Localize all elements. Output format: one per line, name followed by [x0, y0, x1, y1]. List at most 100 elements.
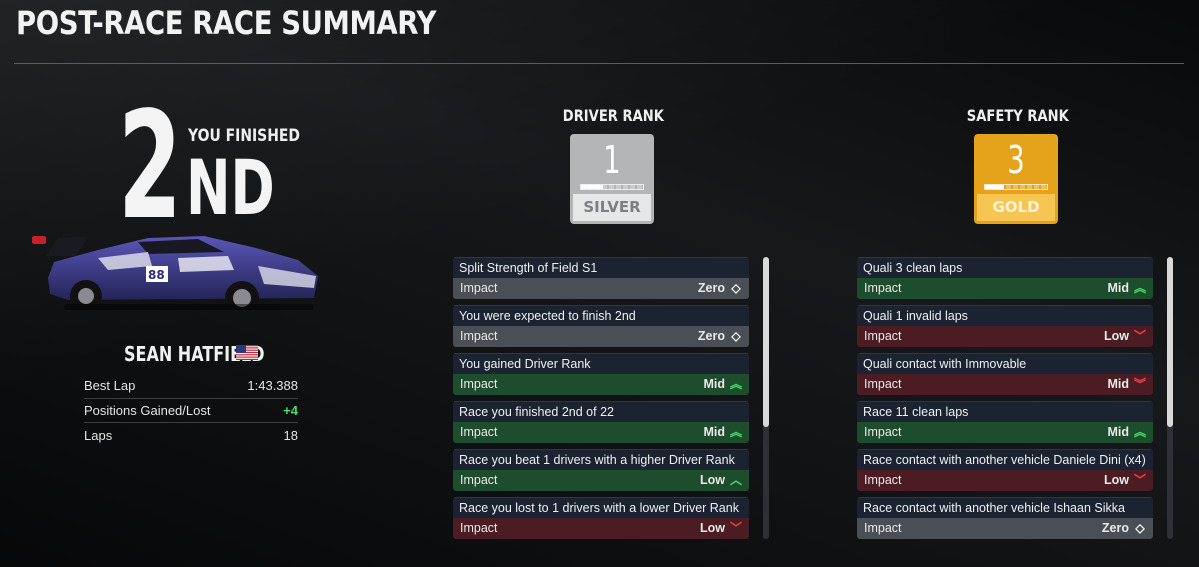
factor-impact-row: Impact Low ﹀ — [857, 470, 1153, 491]
factor-title: Race contact with another vehicle Ishaan… — [857, 497, 1153, 518]
safety-rank-value: 3 — [1007, 138, 1025, 182]
factor-impact-row: Impact Zero ◇ — [453, 278, 749, 299]
factor-impact-row: Impact Mid ︽ — [857, 278, 1153, 299]
driver-rank-tier: SILVER — [573, 194, 651, 221]
impact-label: Impact — [864, 521, 902, 535]
impact-label: Impact — [864, 281, 902, 295]
car-image: 88 — [32, 236, 318, 315]
impact-level: Mid — [703, 425, 725, 439]
double-chevron-up-icon: ︽ — [730, 377, 743, 391]
impact-level: Mid — [703, 377, 725, 391]
impact-label: Impact — [460, 473, 498, 487]
factor-impact-row: Impact Zero ◇ — [453, 326, 749, 347]
impact-level: Zero — [1101, 521, 1129, 535]
impact-level: Mid — [1107, 281, 1129, 295]
factor-title: Race you beat 1 drivers with a higher Dr… — [453, 449, 749, 470]
factor-item: Race you beat 1 drivers with a higher Dr… — [453, 449, 749, 491]
chevron-up-icon: ︿ — [730, 473, 743, 487]
factor-title: Race you finished 2nd of 22 — [453, 401, 749, 422]
chevron-down-icon: ﹀ — [1134, 473, 1147, 487]
safety-factors-scrollbar[interactable] — [1167, 257, 1173, 539]
diamond-icon: ◇ — [731, 329, 741, 343]
factor-item: Quali 3 clean laps Impact Mid ︽ — [857, 257, 1153, 299]
double-chevron-down-icon: ︾ — [1134, 377, 1147, 391]
impact-label: Impact — [864, 425, 902, 439]
driver-rank-factors[interactable]: Split Strength of Field S1 Impact Zero ◇ You… — [453, 257, 749, 545]
page-title: POST-RACE RACE SUMMARY — [16, 4, 437, 42]
stat-row-best-lap: Best Lap 1:43.388 — [84, 374, 298, 399]
stat-row-laps: Laps 18 — [84, 423, 298, 448]
impact-label: Impact — [864, 377, 902, 391]
factor-impact-row: Impact Zero ◇ — [857, 518, 1153, 539]
factor-impact-row: Impact Low ﹀ — [857, 326, 1153, 347]
impact-label: Impact — [460, 281, 498, 295]
safety-rank-tier: GOLD — [977, 194, 1055, 221]
double-chevron-up-icon: ︽ — [730, 425, 743, 439]
driver-stats: Best Lap 1:43.388 Positions Gained/Lost … — [84, 374, 298, 448]
impact-level: Low — [700, 473, 725, 487]
factor-item: Race contact with another vehicle Daniel… — [857, 449, 1153, 491]
stat-label: Positions Gained/Lost — [84, 402, 211, 418]
factor-impact-row: Impact Low ﹀ — [453, 518, 749, 539]
driver-rank-value: 1 — [603, 138, 621, 182]
factor-title: Race you lost to 1 drivers with a lower … — [453, 497, 749, 518]
us-flag-icon — [236, 345, 258, 360]
factor-item: Quali contact with Immovable Impact Mid ︾ — [857, 353, 1153, 395]
factor-item: You were expected to finish 2nd Impact Zer… — [453, 305, 749, 347]
stat-value: 18 — [283, 427, 298, 443]
factor-impact-row: Impact Low ︿ — [453, 470, 749, 491]
factor-title: Quali 1 invalid laps — [857, 305, 1153, 326]
impact-label: Impact — [864, 329, 902, 343]
impact-label: Impact — [460, 329, 498, 343]
factor-title: Quali contact with Immovable — [857, 353, 1153, 374]
stat-value: 1:43.388 — [247, 378, 298, 394]
impact-level: Low — [700, 521, 725, 535]
factor-item: Race 11 clean laps Impact Mid ︽ — [857, 401, 1153, 443]
double-chevron-up-icon: ︽ — [1134, 425, 1147, 439]
stat-row-positions: Positions Gained/Lost +4 — [84, 399, 298, 423]
chevron-down-icon: ﹀ — [1134, 329, 1147, 343]
double-chevron-up-icon: ︽ — [1134, 281, 1147, 295]
impact-label: Impact — [460, 425, 498, 439]
impact-level: Mid — [1107, 377, 1129, 391]
factor-impact-row: Impact Mid ︽ — [453, 422, 749, 443]
factor-title: Race contact with another vehicle Daniel… — [857, 449, 1153, 470]
factor-item: Race you finished 2nd of 22 Impact Mid ︽ — [453, 401, 749, 443]
stat-value: +4 — [283, 402, 298, 418]
scroll-thumb[interactable] — [763, 257, 769, 427]
diamond-icon: ◇ — [1135, 521, 1145, 535]
factor-item: Race contact with another vehicle Ishaan… — [857, 497, 1153, 539]
impact-level: Mid — [1107, 425, 1129, 439]
car-number: 88 — [148, 268, 165, 282]
driver-factors-scrollbar[interactable] — [763, 257, 769, 539]
factor-title: You were expected to finish 2nd — [453, 305, 749, 326]
stat-label: Best Lap — [84, 378, 136, 394]
factor-impact-row: Impact Mid ︽ — [857, 422, 1153, 443]
driver-rank-heading: DRIVER RANK — [562, 106, 664, 125]
title-divider — [14, 63, 1184, 64]
chevron-down-icon: ﹀ — [730, 521, 743, 535]
position-ordinal: ND — [186, 143, 275, 232]
safety-rank-badge: 3 GOLD — [974, 134, 1058, 224]
factor-item: Race you lost to 1 drivers with a lower … — [453, 497, 749, 539]
factor-title: Split Strength of Field S1 — [453, 257, 749, 278]
factor-item: You gained Driver Rank Impact Mid ︽ — [453, 353, 749, 395]
factor-title: You gained Driver Rank — [453, 353, 749, 374]
stat-label: Laps — [84, 427, 113, 443]
factor-title: Quali 3 clean laps — [857, 257, 1153, 278]
impact-level: Low — [1104, 473, 1129, 487]
safety-rank-progress — [984, 184, 1048, 190]
diamond-icon: ◇ — [731, 281, 741, 295]
driver-rank-badge: 1 SILVER — [570, 134, 654, 224]
impact-label: Impact — [460, 521, 498, 535]
factor-item: Quali 1 invalid laps Impact Low ﹀ — [857, 305, 1153, 347]
impact-label: Impact — [460, 377, 498, 391]
impact-level: Zero — [697, 329, 725, 343]
safety-rank-factors[interactable]: Quali 3 clean laps Impact Mid ︽ Quali 1 inva… — [857, 257, 1153, 545]
scroll-thumb[interactable] — [1167, 257, 1173, 427]
factor-impact-row: Impact Mid ︽ — [453, 374, 749, 395]
driver-rank-progress — [580, 184, 644, 190]
factor-title: Race 11 clean laps — [857, 401, 1153, 422]
finish-position: 2 — [118, 80, 182, 252]
impact-level: Low — [1104, 329, 1129, 343]
